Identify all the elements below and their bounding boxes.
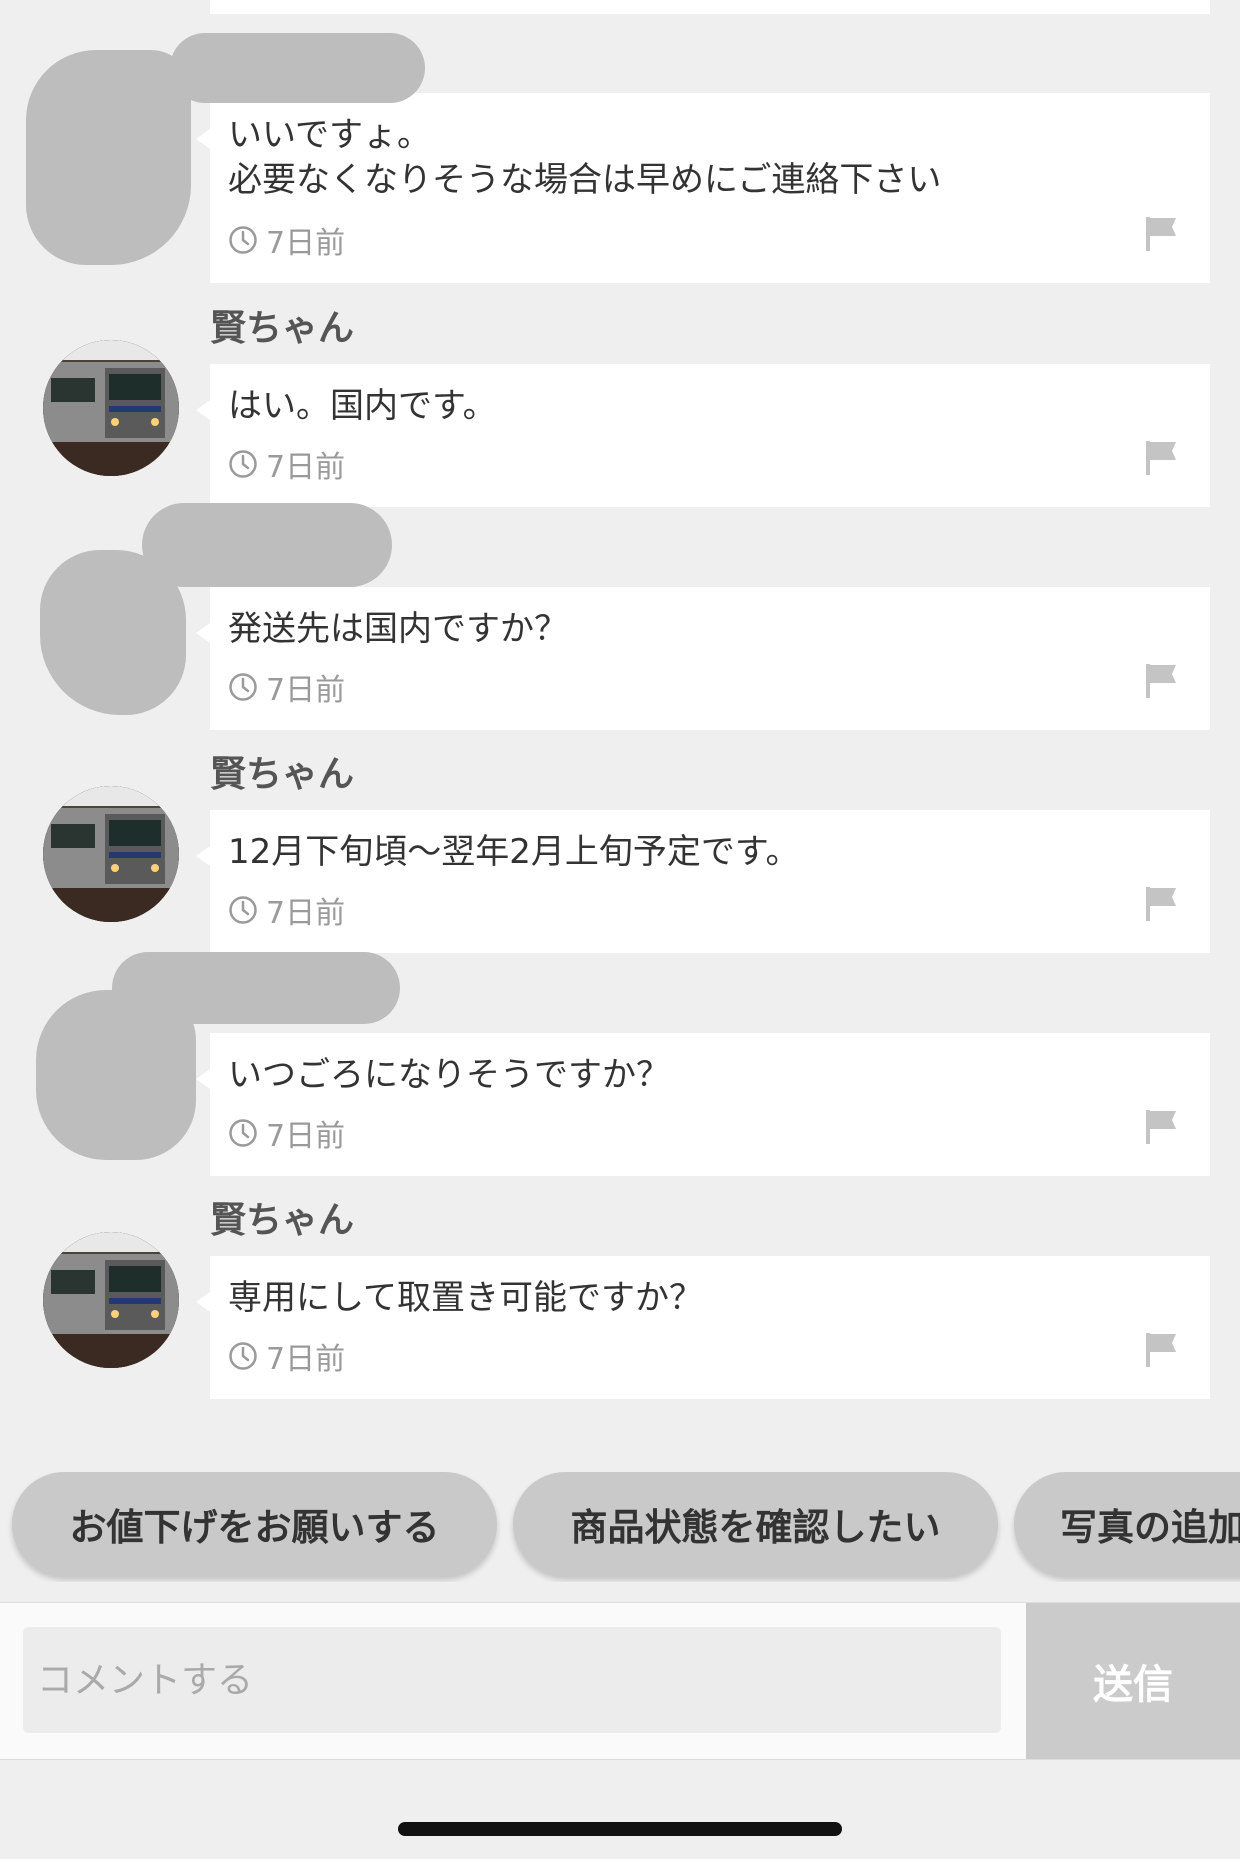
avatar[interactable] — [43, 340, 179, 476]
comment-text: 専用にして取置き可能ですか？ — [228, 1278, 703, 1318]
comment-author[interactable]: 賢ちゃん — [210, 1199, 354, 1243]
comment-author[interactable]: 賢ちゃん — [210, 307, 354, 351]
timestamp-text: 7日前 — [266, 226, 346, 261]
comment-timestamp: 7日前 — [228, 668, 346, 708]
avatar[interactable] — [43, 1232, 179, 1368]
redacted-username — [112, 952, 400, 1024]
quick-reply-add-photo[interactable]: 写真の追加 — [1014, 1472, 1240, 1576]
timestamp-text: 7日前 — [266, 450, 346, 485]
comment-bubble: いいですょ。 必要なくなりそうな場合は早めにご連絡下さい 7日前 — [196, 93, 1210, 283]
redacted-username — [170, 33, 425, 103]
comment-bubble: はい。国内です。 7日前 — [196, 364, 1210, 507]
comment-bubble: 専用にして取置き可能ですか？ 7日前 — [196, 1256, 1210, 1399]
train-avatar-image — [43, 1232, 179, 1368]
flag-icon[interactable] — [1144, 662, 1180, 700]
timestamp-text: 7日前 — [266, 1119, 346, 1154]
clock-icon — [229, 1342, 257, 1370]
flag-icon[interactable] — [1144, 215, 1180, 253]
flag-icon[interactable] — [1144, 885, 1180, 923]
comment-composer: 送信 — [0, 1602, 1240, 1760]
clock-icon — [229, 450, 257, 478]
quick-reply-item-condition[interactable]: 商品状態を確認したい — [513, 1472, 998, 1576]
comment-input[interactable] — [23, 1627, 1001, 1733]
clock-icon — [229, 226, 257, 254]
clock-icon — [229, 1119, 257, 1147]
flag-icon[interactable] — [1144, 1331, 1180, 1369]
comment-timestamp: 7日前 — [228, 221, 346, 261]
comment-author[interactable]: 賢ちゃん — [210, 753, 354, 797]
avatar[interactable] — [43, 786, 179, 922]
timestamp-text: 7日前 — [266, 1342, 346, 1377]
comment-timestamp: 7日前 — [228, 445, 346, 485]
comment-timestamp: 7日前 — [228, 1337, 346, 1377]
comment-text: いいですょ。 必要なくなりそうな場合は早めにご連絡下さい — [228, 115, 942, 200]
flag-icon[interactable] — [1144, 439, 1180, 477]
comment-text: 12月下旬頃〜翌年2月上旬予定です。 — [228, 832, 800, 872]
comment-bubble: 12月下旬頃〜翌年2月上旬予定です。 7日前 — [196, 810, 1210, 953]
comment-bubble: いつごろになりそうですか？ 7日前 — [196, 1033, 1210, 1176]
home-indicator — [398, 1822, 842, 1836]
quick-reply-price-down[interactable]: お値下げをお願いする — [12, 1472, 497, 1576]
redacted-username — [142, 503, 392, 587]
flag-icon[interactable] — [1144, 1108, 1180, 1146]
clock-icon — [229, 673, 257, 701]
timestamp-text: 7日前 — [266, 896, 346, 931]
comment-timestamp: 7日前 — [228, 1114, 346, 1154]
train-avatar-image — [43, 786, 179, 922]
comment-text: いつごろになりそうですか？ — [228, 1055, 670, 1095]
comment-bubble: 発送先は国内ですか？ 7日前 — [196, 587, 1210, 730]
quick-reply-bar: お値下げをお願いする 商品状態を確認したい 写真の追加 — [0, 1472, 1240, 1582]
comment-timestamp: 7日前 — [228, 891, 346, 931]
send-button[interactable]: 送信 — [1026, 1603, 1240, 1759]
previous-comment-bubble — [210, 0, 1210, 14]
comment-text: 発送先は国内ですか？ — [228, 609, 568, 649]
timestamp-text: 7日前 — [266, 673, 346, 708]
comment-text: はい。国内です。 — [228, 386, 497, 426]
redacted-avatar — [26, 50, 191, 265]
clock-icon — [229, 896, 257, 924]
train-avatar-image — [43, 340, 179, 476]
